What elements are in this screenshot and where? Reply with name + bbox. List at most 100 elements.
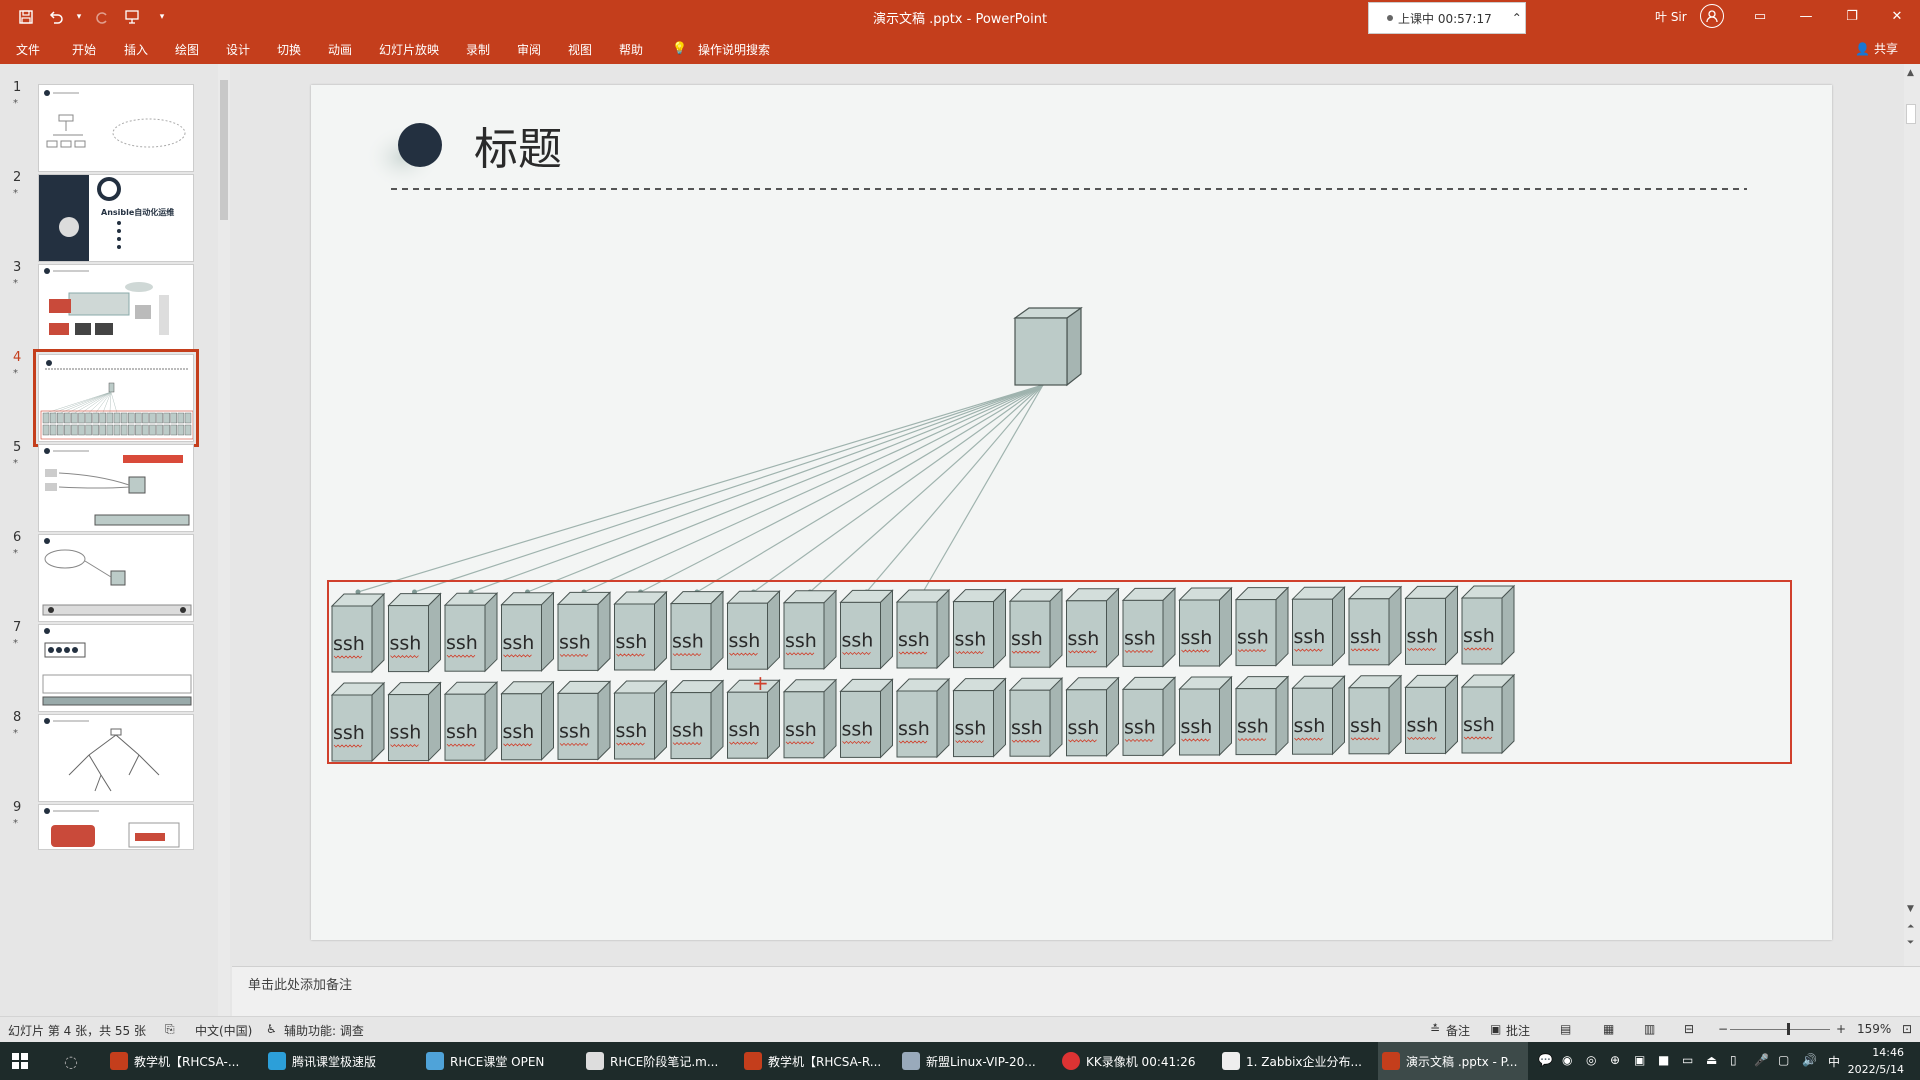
taskbar-app-0[interactable]: 教学机【RHCSA-...: [110, 1042, 252, 1080]
ssh-server[interactable]: ssh: [1234, 675, 1290, 756]
language-indicator[interactable]: 中文(中国): [195, 1022, 252, 1039]
ssh-server[interactable]: ssh: [669, 679, 725, 760]
slide-thumbnail-6[interactable]: [38, 534, 194, 622]
ssh-server[interactable]: ssh: [500, 680, 555, 762]
microphone-icon[interactable]: 🎤: [1754, 1053, 1769, 1067]
ssh-server[interactable]: ssh: [1460, 673, 1516, 755]
tell-me-search[interactable]: 操作说明搜索: [698, 41, 770, 58]
save-icon[interactable]: [14, 6, 38, 28]
redo-icon[interactable]: [90, 6, 114, 28]
start-button[interactable]: [12, 1042, 28, 1080]
slide-thumbnail-3[interactable]: [38, 264, 194, 352]
zoom-slider-thumb[interactable]: [1787, 1023, 1790, 1035]
chevron-up-icon[interactable]: ⌃: [1512, 11, 1522, 25]
share-button[interactable]: 👤 共享: [1855, 40, 1898, 57]
ssh-server[interactable]: ssh: [443, 591, 499, 673]
ssh-server[interactable]: ssh: [839, 678, 894, 759]
ssh-server[interactable]: ssh: [1404, 674, 1459, 755]
ssh-server[interactable]: ssh: [1291, 674, 1346, 756]
slide-canvas[interactable]: ssh ssh ssh ssh ssh ssh ssh ssh ssh ssh ssh ssh ssh s…: [311, 85, 1832, 940]
previous-slide-icon[interactable]: ⏶: [1907, 922, 1914, 932]
ssh-server[interactable]: ssh: [330, 592, 386, 674]
ssh-server[interactable]: ssh: [952, 677, 1007, 758]
input-method[interactable]: 中: [1828, 1053, 1840, 1070]
tab-record[interactable]: 录制: [466, 41, 490, 58]
ssh-server[interactable]: ssh: [1008, 587, 1064, 669]
close-button[interactable]: ✕: [1874, 0, 1920, 32]
usb-icon[interactable]: ⏏: [1706, 1053, 1717, 1067]
taskbar-app-4[interactable]: 教学机【RHCSA-R...: [744, 1042, 886, 1080]
recorder-icon[interactable]: ▣: [1634, 1053, 1645, 1067]
thumbnail-scrollbar[interactable]: [218, 64, 230, 1016]
zoom-out-icon[interactable]: −: [1718, 1022, 1728, 1036]
scroll-down-icon[interactable]: ▼: [1907, 904, 1914, 914]
ssh-server[interactable]: ssh: [952, 588, 1007, 669]
taskbar-app-2[interactable]: RHCE课堂 OPEN: [426, 1042, 568, 1080]
reading-view-icon[interactable]: ▥: [1644, 1022, 1655, 1036]
notes-button[interactable]: 备注: [1446, 1022, 1470, 1039]
ssh-server[interactable]: ssh: [1065, 587, 1120, 669]
ssh-server[interactable]: ssh: [782, 589, 838, 671]
accessibility-status[interactable]: 辅助功能: 调查: [284, 1022, 364, 1039]
control-node-server-icon[interactable]: [1013, 306, 1083, 387]
slide-thumbnail-5[interactable]: [38, 444, 194, 532]
wechat-icon[interactable]: ◉: [1562, 1053, 1572, 1067]
slide-scrollbar[interactable]: ▲ ▼ ⏶ ⏷: [1904, 64, 1920, 966]
ssh-server[interactable]: ssh: [1178, 586, 1233, 668]
scrollbar-thumb[interactable]: [1906, 104, 1916, 124]
tab-transitions[interactable]: 切换: [277, 41, 301, 58]
tab-help[interactable]: 帮助: [619, 41, 643, 58]
stop-record-icon[interactable]: ■: [1658, 1053, 1669, 1067]
tab-slideshow[interactable]: 幻灯片放映: [379, 41, 439, 58]
scroll-up-icon[interactable]: ▲: [1907, 68, 1914, 78]
restore-button[interactable]: ❐: [1829, 0, 1875, 32]
tab-view[interactable]: 视图: [568, 41, 592, 58]
taskbar-app-1[interactable]: 腾讯课堂极速版: [268, 1042, 410, 1080]
tab-home[interactable]: 开始: [72, 41, 96, 58]
class-recording-indicator[interactable]: 上课中 00:57:17 ⌃: [1368, 2, 1526, 34]
fit-to-window-icon[interactable]: ⊡: [1902, 1022, 1912, 1036]
slide-thumbnail-9[interactable]: [38, 804, 194, 850]
taskbar-app-7[interactable]: 1. Zabbix企业分布...: [1222, 1042, 1364, 1080]
ssh-server[interactable]: ssh: [1008, 676, 1064, 758]
window-icon[interactable]: ▭: [1682, 1053, 1693, 1067]
undo-dropdown-icon[interactable]: ▾: [74, 6, 84, 28]
taskbar-app-3[interactable]: RHCE阶段笔记.m...: [586, 1042, 728, 1080]
ssh-server[interactable]: ssh: [1178, 675, 1233, 757]
ribbon-display-options-icon[interactable]: ▭: [1737, 0, 1783, 32]
notes-placeholder[interactable]: 单击此处添加备注: [248, 974, 352, 993]
battery-icon[interactable]: ▯: [1730, 1053, 1737, 1067]
next-slide-icon[interactable]: ⏷: [1907, 938, 1914, 948]
ssh-server[interactable]: ssh: [556, 591, 612, 672]
customize-toolbar-icon[interactable]: ▾: [150, 6, 174, 28]
slide-title[interactable]: 标题: [474, 113, 562, 177]
ssh-server[interactable]: ssh: [556, 680, 612, 761]
ssh-server[interactable]: ssh: [895, 588, 951, 670]
ssh-server[interactable]: ssh: [613, 679, 668, 761]
ssh-server[interactable]: ssh: [1460, 584, 1516, 666]
notes-pane[interactable]: 单击此处添加备注: [232, 966, 1920, 1016]
display-icon[interactable]: ▢: [1778, 1053, 1789, 1067]
slide-sorter-icon[interactable]: ▦: [1603, 1022, 1614, 1036]
tab-animations[interactable]: 动画: [328, 41, 352, 58]
zoom-level[interactable]: 159%: [1857, 1022, 1891, 1036]
ssh-server[interactable]: ssh: [387, 681, 442, 762]
task-view-icon[interactable]: ◌: [64, 1042, 78, 1080]
normal-view-icon[interactable]: ▤: [1560, 1022, 1571, 1036]
ssh-server[interactable]: ssh: [387, 592, 442, 673]
system-clock[interactable]: 14:46 2022/5/14: [1848, 1044, 1904, 1078]
minimize-button[interactable]: —: [1783, 0, 1829, 32]
slide-thumbnail-2[interactable]: Ansible自动化运维: [38, 174, 194, 262]
user-name[interactable]: 叶 Sir: [1655, 8, 1687, 25]
tab-insert[interactable]: 插入: [124, 41, 148, 58]
ssh-server[interactable]: ssh: [726, 589, 781, 671]
ssh-server[interactable]: ssh: [500, 591, 555, 673]
network-app-icon[interactable]: ◎: [1586, 1053, 1596, 1067]
taskbar-app-6[interactable]: KK录像机 00:41:26: [1062, 1042, 1204, 1080]
slide-thumbnail-1[interactable]: [38, 84, 194, 172]
zoom-slider[interactable]: [1730, 1029, 1830, 1030]
comments-button[interactable]: 批注: [1506, 1022, 1530, 1039]
ssh-server[interactable]: ssh: [1291, 585, 1346, 667]
tab-draw[interactable]: 绘图: [175, 41, 199, 58]
ssh-server[interactable]: ssh: [1121, 676, 1177, 757]
